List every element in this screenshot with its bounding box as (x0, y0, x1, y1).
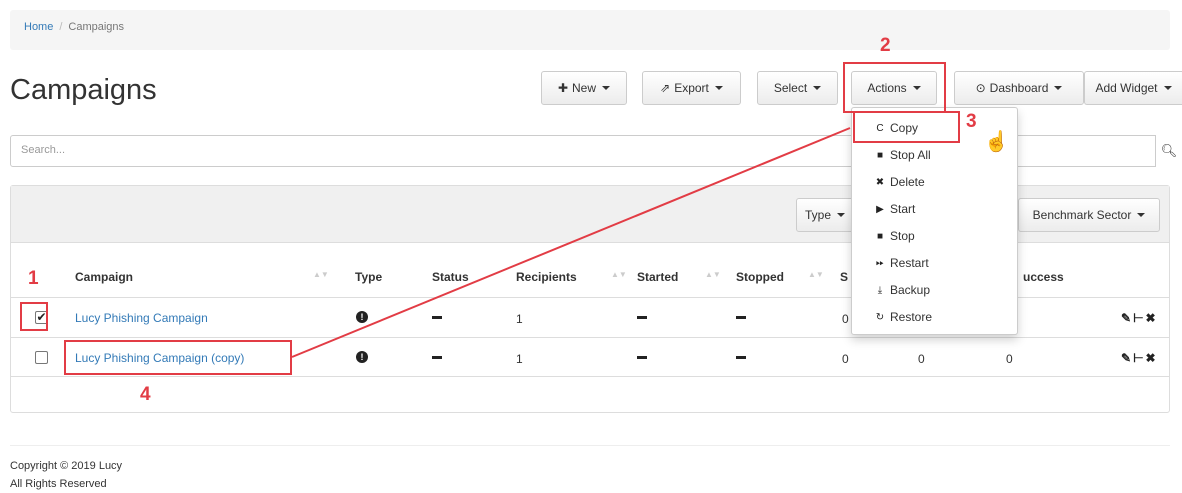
footer-copyright: Copyright © 2019 Lucy (10, 460, 123, 472)
annotation-step-3: 3 (966, 111, 977, 132)
footer-rights: All Rights Reserved (10, 478, 107, 490)
annotation-step-2: 2 (880, 35, 891, 56)
annotation-connector (291, 127, 851, 358)
footer-divider (10, 445, 1170, 446)
annotation-box-copy (853, 111, 960, 143)
annotation-box-actions (843, 62, 946, 113)
annotation-step-4: 4 (140, 384, 151, 405)
annotation-step-1: 1 (28, 268, 39, 289)
annotation-box-copied-campaign (64, 340, 292, 375)
annotation-box-checkbox (20, 302, 48, 331)
